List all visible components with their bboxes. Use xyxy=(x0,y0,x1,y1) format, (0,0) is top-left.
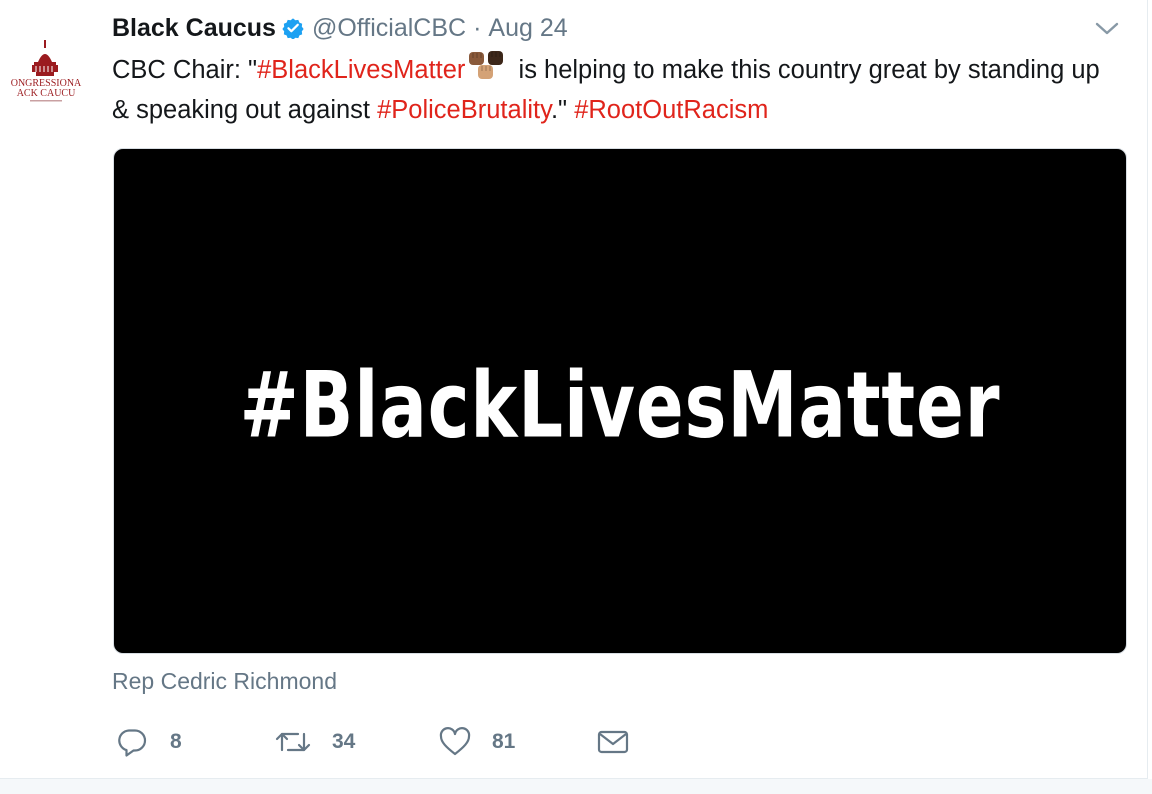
retweet-icon xyxy=(274,726,312,758)
tweet-media-image[interactable]: #BlackLivesMatter xyxy=(113,148,1127,654)
raised-fists-icon xyxy=(467,50,507,82)
direct-message-button[interactable] xyxy=(596,724,630,760)
tweet-card[interactable]: ONGRESSIONA ACK CAUCU Black Caucus @Offi… xyxy=(0,0,1148,779)
tweet-text-part1: CBC Chair: " xyxy=(112,56,258,84)
avatar-logo-text-line2: ACK CAUCU xyxy=(17,88,76,99)
tweet-timestamp[interactable]: Aug 24 xyxy=(488,14,567,43)
hashtag-policebrutality[interactable]: #PoliceBrutality xyxy=(377,96,551,124)
timeline-background xyxy=(0,779,1152,794)
header-separator: · xyxy=(473,13,482,42)
hashtag-rootoutracism[interactable]: #RootOutRacism xyxy=(574,96,768,124)
heart-icon xyxy=(438,726,472,758)
verified-badge-icon xyxy=(282,17,304,40)
tweet-header: Black Caucus @OfficialCBC · Aug 24 xyxy=(112,10,568,46)
chevron-down-icon[interactable] xyxy=(1094,18,1120,40)
like-button[interactable]: 81 xyxy=(438,724,515,760)
author-name[interactable]: Black Caucus xyxy=(112,14,276,43)
retweet-count: 34 xyxy=(332,730,356,753)
tweet-text-part3: ." xyxy=(550,96,575,124)
avatar[interactable]: ONGRESSIONA ACK CAUCU xyxy=(0,22,92,114)
retweet-button[interactable]: 34 xyxy=(274,724,355,760)
reply-icon xyxy=(116,726,148,758)
tweet-text: CBC Chair: "#BlackLivesMatter is helping… xyxy=(112,50,1112,130)
like-count: 81 xyxy=(492,730,516,753)
media-image-text: #BlackLivesMatter xyxy=(239,352,1001,458)
envelope-icon xyxy=(596,726,630,758)
reply-button[interactable]: 8 xyxy=(116,724,182,760)
cbc-logo: ONGRESSIONA ACK CAUCU xyxy=(11,40,82,102)
reply-count: 8 xyxy=(170,730,182,753)
hashtag-blacklivesmatter[interactable]: #BlackLivesMatter xyxy=(257,56,465,84)
author-handle[interactable]: @OfficialCBC xyxy=(312,14,466,43)
tagged-user-link[interactable]: Rep Cedric Richmond xyxy=(112,668,337,695)
